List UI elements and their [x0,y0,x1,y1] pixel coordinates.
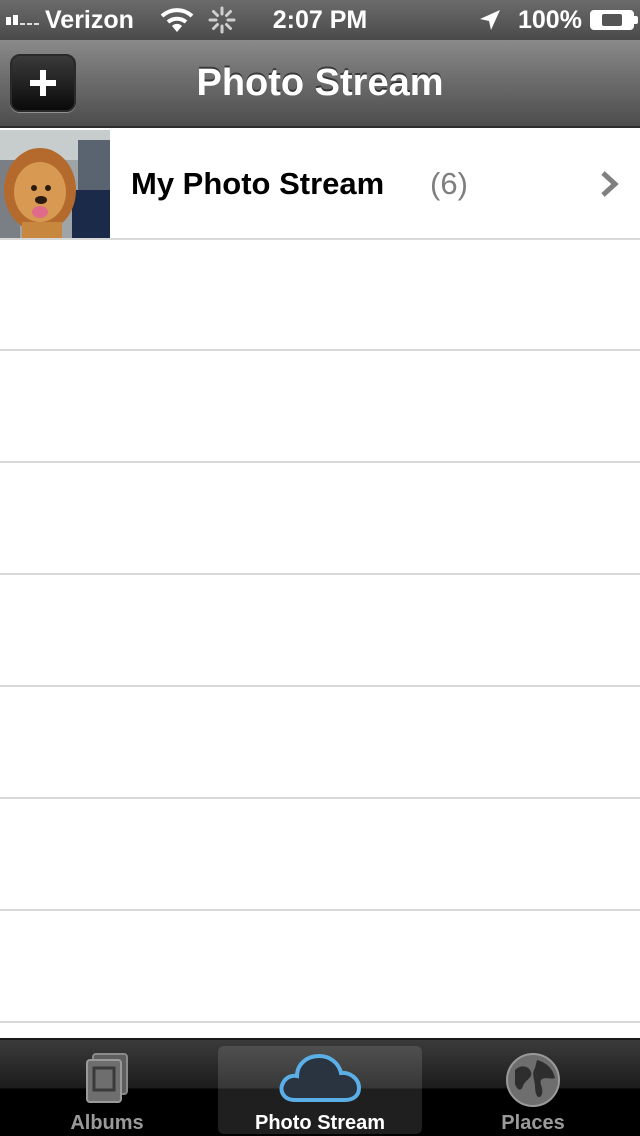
battery-charging-icon [590,10,638,30]
list-item-count: (6) [430,166,468,201]
tab-places[interactable]: Places [426,1040,640,1136]
plus-icon [30,70,56,96]
tab-albums[interactable]: Albums [0,1040,214,1136]
chevron-right-icon [598,170,620,203]
tab-photo-stream[interactable]: Photo Stream [218,1046,422,1134]
list-item-title: My Photo Stream [131,166,385,201]
wifi-icon [160,6,194,41]
signal-bars-icon [6,15,39,25]
navigation-bar: Photo Stream [0,40,640,128]
tab-label: Albums [70,1112,144,1134]
signal-strength: Verizon [6,0,134,40]
tab-label: Photo Stream [254,1112,386,1134]
tab-bar: Albums Photo Stream Places [0,1038,640,1136]
cloud-icon [277,1050,363,1112]
photo-thumbnail [0,130,110,238]
status-bar: Verizon 2:07 PM 100% [0,0,640,40]
battery-percentage: 100% [518,6,582,34]
photo-stream-list: My Photo Stream (6) [0,130,640,1038]
carrier-name: Verizon [45,5,134,34]
globe-icon [505,1052,561,1114]
page-title: Photo Stream [196,62,444,104]
list-item-my-photo-stream[interactable]: My Photo Stream (6) [0,130,640,240]
location-arrow-icon [478,8,502,39]
add-button[interactable] [10,54,76,112]
tab-label: Places [501,1112,565,1134]
albums-icon [83,1052,131,1112]
activity-spinner-icon [208,6,236,41]
